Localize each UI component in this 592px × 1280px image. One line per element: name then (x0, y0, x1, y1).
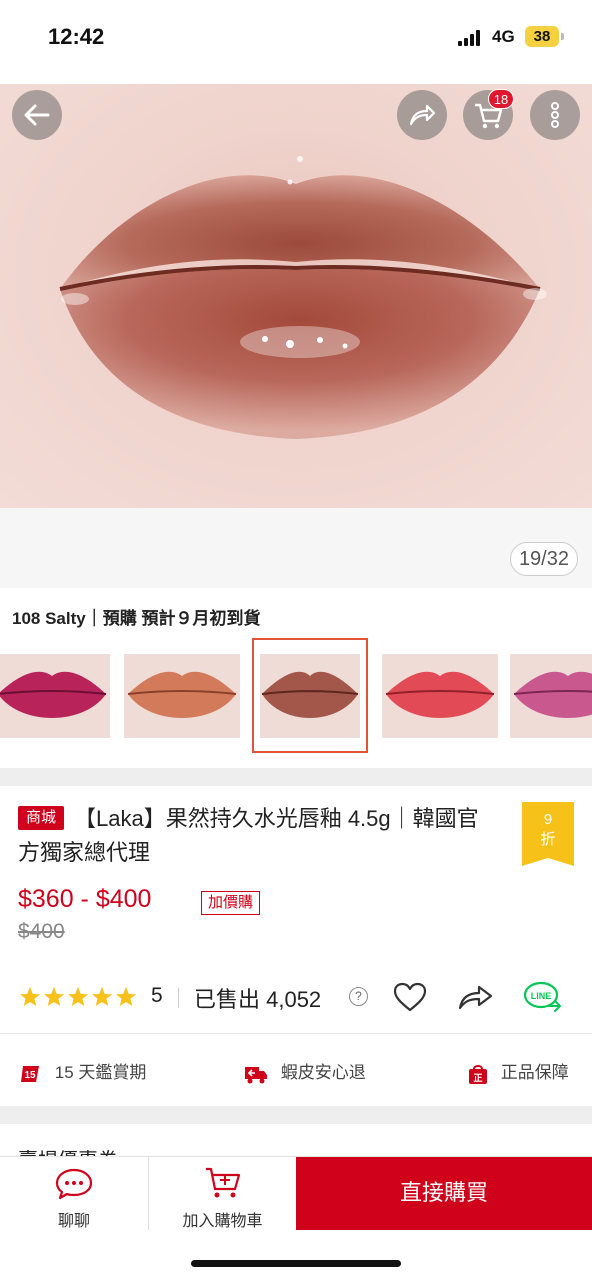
svg-text:LINE: LINE (531, 991, 552, 1001)
cart-badge: 18 (488, 89, 514, 109)
image-counter-area: 19/32 (0, 508, 592, 588)
home-indicator[interactable] (191, 1260, 401, 1267)
variant-thumb[interactable] (382, 654, 498, 738)
share-icon (409, 104, 436, 126)
section-divider (0, 1106, 592, 1124)
original-price: $400 (18, 920, 65, 943)
variant-thumb[interactable] (0, 654, 110, 738)
status-bar: 12:42 4G 38 (0, 0, 592, 84)
signal-icon (458, 30, 484, 46)
chat-button[interactable]: 聊聊 (0, 1157, 148, 1231)
bottom-action-bar: 聊聊 加入購物車 直接購買 (0, 1156, 592, 1231)
discount-unit: 折 (540, 831, 556, 848)
section-divider (0, 768, 592, 786)
lip-swatch (127, 671, 237, 718)
more-button[interactable] (530, 90, 580, 140)
network-label: 4G (492, 27, 515, 46)
rating-value: 5 (151, 984, 163, 1007)
share-button[interactable] (397, 90, 447, 140)
svg-text:15: 15 (24, 1070, 36, 1081)
discount-badge: 9 折 (522, 802, 574, 866)
back-button[interactable] (12, 90, 62, 140)
variant-thumb[interactable] (510, 654, 592, 738)
line-share-icon[interactable]: LINE (522, 979, 564, 1015)
variant-thumb-selected[interactable] (252, 638, 368, 753)
share-icon[interactable] (457, 982, 495, 1012)
guarantee-label: 正品保障 (500, 1063, 569, 1082)
svg-text:正: 正 (473, 1073, 482, 1084)
guarantee-safe-return[interactable]: 蝦皮安心退 (244, 1058, 366, 1085)
guarantee-authentic[interactable]: 正 正品保障 (468, 1058, 569, 1085)
promo-title[interactable]: 賣場優惠券 (18, 1144, 118, 1156)
fifteen-days-icon: 15 (21, 1065, 39, 1082)
variant-title: 108 Salty｜預購 預計９月初到貨 (12, 609, 261, 628)
rating-stars[interactable] (18, 985, 138, 1014)
image-counter: 19/32 (509, 542, 578, 576)
add-cart-icon (206, 1167, 241, 1198)
chat-icon (55, 1168, 93, 1200)
lip-swatch (0, 671, 107, 718)
guarantee-label: 15 天鑑賞期 (54, 1063, 147, 1082)
heart-icon[interactable] (392, 981, 428, 1013)
lips-photo (59, 156, 547, 439)
help-icon[interactable]: ? (349, 987, 368, 1006)
guarantee-return-period[interactable]: 15 15 天鑑賞期 (20, 1058, 146, 1085)
more-vertical-icon (551, 102, 559, 128)
status-time: 12:42 (48, 24, 105, 49)
battery-cap (561, 33, 564, 40)
lip-swatch (385, 671, 495, 718)
buy-now-button[interactable]: 直接購買 (296, 1157, 592, 1231)
return-truck-icon (245, 1066, 267, 1084)
star-icon (20, 987, 136, 1006)
lip-swatch (513, 671, 592, 718)
guarantee-label: 蝦皮安心退 (280, 1063, 366, 1082)
battery-icon: 38 (525, 26, 559, 47)
price-range: $360 - $400 (18, 885, 152, 913)
product-title: 【Laka】果然持久水光唇釉 4.5g｜韓國官方獨家總代理 (18, 806, 479, 865)
discount-number: 9 (543, 811, 553, 828)
variant-thumbnails (0, 638, 592, 754)
variant-thumb[interactable] (124, 654, 240, 738)
add-to-cart-label: 加入購物車 (182, 1213, 263, 1230)
home-indicator-area (0, 1230, 592, 1280)
addon-tag[interactable]: 加價購 (201, 891, 261, 915)
divider (178, 988, 179, 1008)
arrow-left-icon (24, 104, 50, 126)
add-to-cart-button[interactable]: 加入購物車 (148, 1157, 296, 1231)
lip-swatch (260, 654, 360, 738)
chat-label: 聊聊 (57, 1213, 90, 1230)
authentic-bag-icon: 正 (469, 1064, 487, 1084)
row-divider (0, 1033, 592, 1034)
sold-count: 已售出 4,052 (194, 987, 322, 1012)
product-image[interactable] (0, 84, 592, 508)
